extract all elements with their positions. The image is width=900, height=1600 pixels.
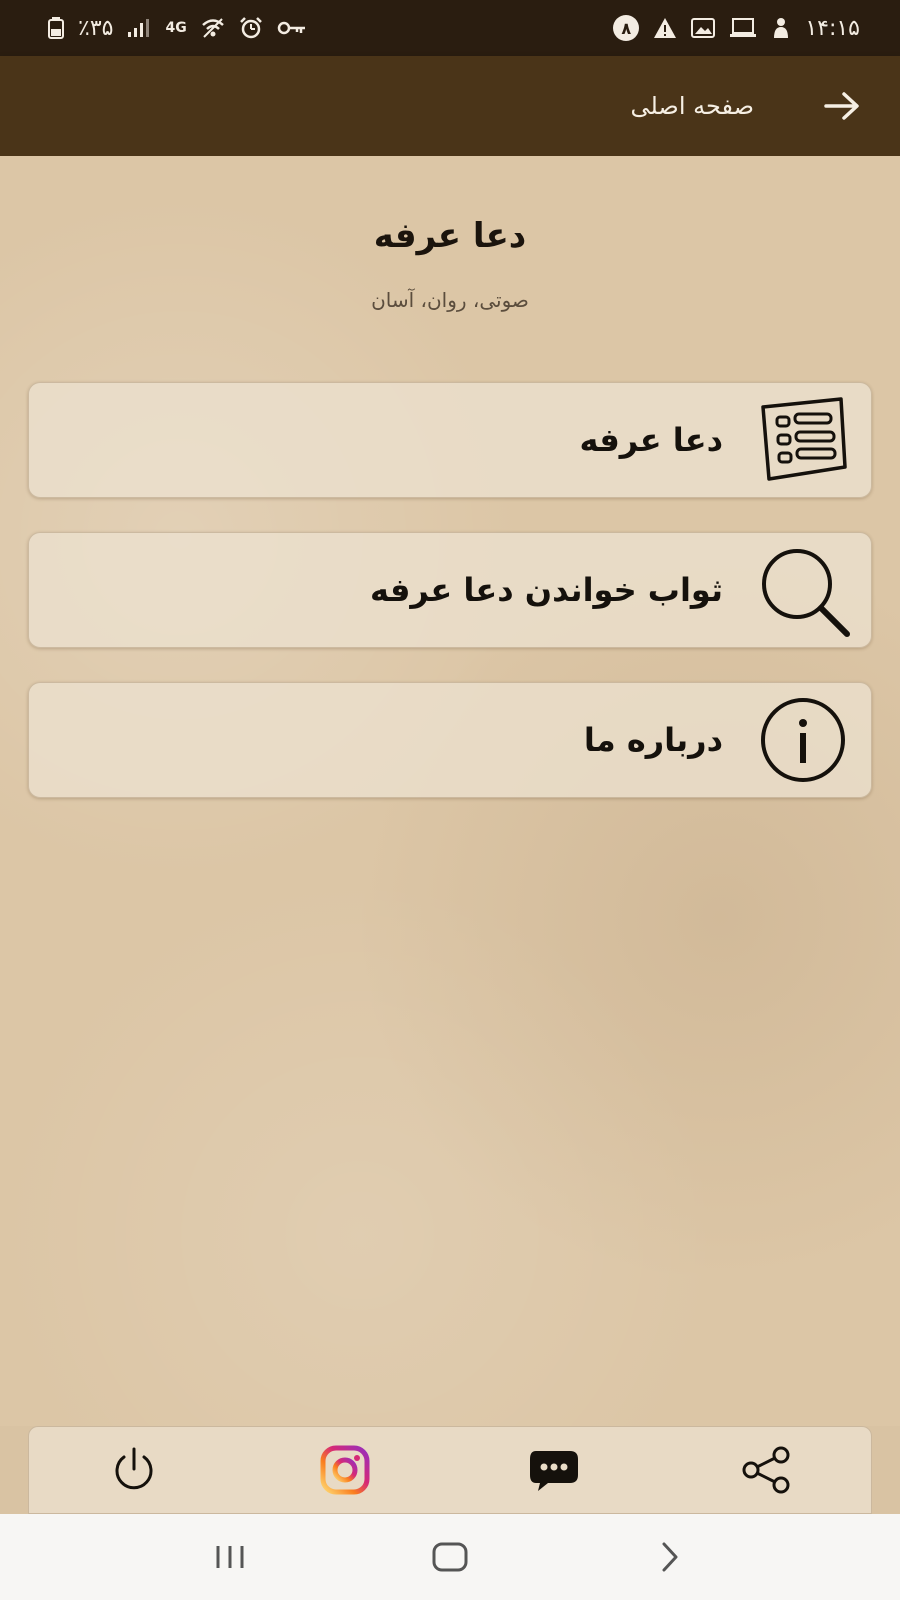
person-icon — [771, 17, 791, 39]
app-bar-title: صفحه اصلی — [630, 92, 754, 120]
share-icon[interactable] — [736, 1440, 796, 1500]
alarm-icon — [239, 17, 263, 39]
menu-item-reward[interactable]: ثواب خواندن دعا عرفه — [28, 532, 872, 648]
menu-item-label: درباره ما — [583, 721, 723, 759]
network-type: 4G — [165, 20, 187, 36]
menu-item-about[interactable]: درباره ما — [28, 682, 872, 798]
app-bar: صفحه اصلی — [0, 56, 900, 156]
image-icon — [691, 18, 716, 38]
menu-item-dua-arafah[interactable]: دعا عرفه — [28, 382, 872, 498]
wifi-off-icon — [201, 18, 225, 38]
signal-icon — [127, 18, 151, 38]
battery-percent: ٪۳۵ — [78, 15, 114, 41]
arrow-right-icon[interactable] — [824, 92, 860, 120]
chat-icon[interactable] — [525, 1440, 585, 1500]
laptop-icon — [729, 18, 757, 38]
page-subtitle: صوتی، روان، آسان — [371, 288, 529, 312]
status-bar-right: ۸ ۱۴:۱۵ — [613, 15, 860, 41]
menu-item-label: ثواب خواندن دعا عرفه — [370, 571, 723, 609]
page-title: دعا عرفه — [373, 216, 527, 256]
info-icon — [753, 690, 853, 790]
system-nav-bar — [0, 1514, 900, 1600]
bottom-bar — [28, 1426, 872, 1514]
list-document-icon — [753, 390, 853, 490]
instagram-icon[interactable] — [315, 1440, 375, 1500]
recents-icon[interactable] — [200, 1527, 260, 1587]
battery-icon — [48, 17, 64, 39]
menu-item-label: دعا عرفه — [579, 421, 723, 459]
status-bar: ٪۳۵ 4G ۸ ۱۴:۱۵ — [0, 0, 900, 56]
vpn-key-icon — [277, 19, 307, 37]
notification-badge: ۸ — [613, 15, 640, 41]
warning-icon — [653, 17, 677, 39]
main-content: دعا عرفه صوتی، روان، آسان دعا عرفه ثواب … — [0, 156, 900, 1426]
status-time: ۱۴:۱۵ — [805, 15, 860, 41]
power-icon[interactable] — [104, 1440, 164, 1500]
search-icon — [753, 540, 853, 640]
home-icon[interactable] — [420, 1527, 480, 1587]
status-bar-left: ٪۳۵ 4G — [48, 16, 307, 41]
back-chevron-icon[interactable] — [640, 1527, 700, 1587]
